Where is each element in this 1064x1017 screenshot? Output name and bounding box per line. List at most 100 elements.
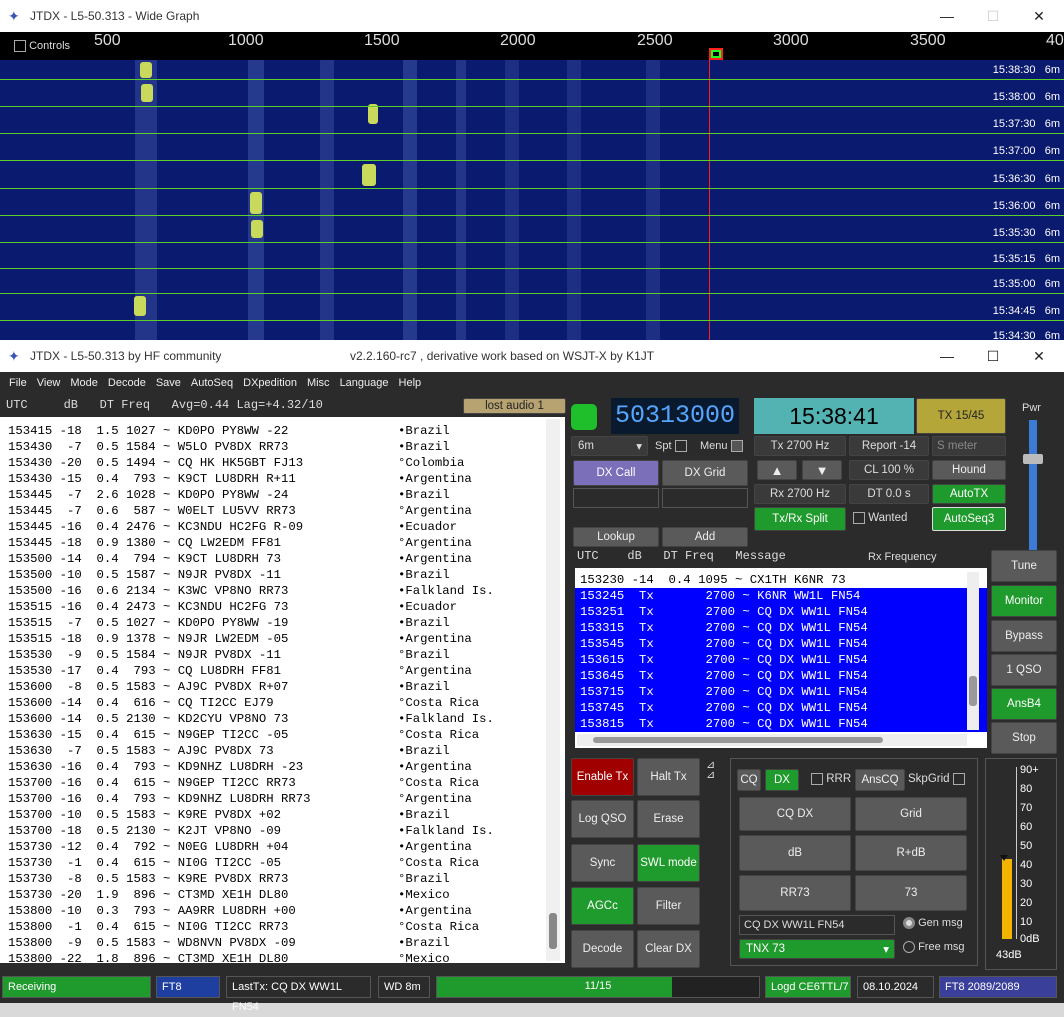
decode-row[interactable]: 153445 -18 0.9 1380 ~ CQ LW2EDM FF81 °Arg… xyxy=(0,535,565,551)
tab-arrows-icon[interactable]: ⊿ ⊿ xyxy=(706,760,715,781)
decode-row[interactable]: 153500 -16 0.6 2134 ~ K3WC VP8NO RR73 •Fa… xyxy=(0,583,565,599)
decode-row[interactable]: 153445 -16 0.4 2476 ~ KC3NDU HC2FG R-09 •… xyxy=(0,519,565,535)
monitor-button[interactable]: Monitor xyxy=(991,585,1057,617)
decode-row[interactable]: 153800 -9 0.5 1583 ~ WD8NVN PV8DX -09 •Br… xyxy=(0,935,565,951)
rx-scrollbar[interactable] xyxy=(967,572,979,730)
erase-button[interactable]: Erase xyxy=(637,800,700,838)
rr73-button[interactable]: RR73 xyxy=(739,875,851,911)
stop-button[interactable]: Stop xyxy=(991,722,1057,754)
decode-row[interactable]: 153700 -16 0.4 615 ~ N9GEP TI2CC RR73 °Co… xyxy=(0,775,565,791)
spt-checkbox[interactable] xyxy=(674,440,687,453)
gen-msg-radio[interactable]: Gen msg xyxy=(903,917,963,930)
r-db-button[interactable]: R+dB xyxy=(855,835,967,871)
log-qso-button[interactable]: Log QSO xyxy=(571,800,634,838)
tx-rx-split-button[interactable]: Tx/Rx Split xyxy=(754,507,846,531)
decode-row[interactable]: 153630 -16 0.4 793 ~ KD9NHZ LU8DRH -23 •A… xyxy=(0,759,565,775)
decode-row[interactable]: 153515 -16 0.4 2473 ~ KC3NDU HC2FG 73 •Ec… xyxy=(0,599,565,615)
dt-spinbox[interactable]: DT 0.0 s xyxy=(849,484,929,504)
report-spinbox[interactable]: Report -14 xyxy=(849,436,929,456)
decode-row[interactable]: 153500 -14 0.4 794 ~ K9CT LU8DRH 73 •Arge… xyxy=(0,551,565,567)
cl-spinbox[interactable]: CL 100 % xyxy=(849,460,929,480)
dx-grid-input[interactable] xyxy=(662,488,748,508)
decode-row[interactable]: 153700 -10 0.5 1583 ~ K9RE PV8DX +02 •Bra… xyxy=(0,807,565,823)
cq-dx-button[interactable]: CQ DX xyxy=(739,797,851,831)
scroll-thumb[interactable] xyxy=(549,913,557,949)
lookup-button[interactable]: Lookup xyxy=(573,527,659,547)
decode-row[interactable]: 153515 -18 0.9 1378 ~ N9JR LW2EDM -05 •Ar… xyxy=(0,631,565,647)
grid-button[interactable]: Grid xyxy=(855,797,967,831)
dx-button[interactable]: DX xyxy=(765,769,799,791)
clear-dx-button[interactable]: Clear DX xyxy=(637,930,700,968)
db-button[interactable]: dB xyxy=(739,835,851,871)
spt-toggle[interactable]: Spt xyxy=(655,440,687,453)
smeter-field[interactable]: S meter xyxy=(932,436,1006,456)
band-activity-list[interactable]: 153415 -18 1.5 1027 ~ KD0PO PY8WW -22 •Br… xyxy=(0,417,565,963)
decode-row[interactable]: 153515 -7 0.5 1027 ~ KD0PO PY8WW -19 •Bra… xyxy=(0,615,565,631)
controls-checkbox[interactable] xyxy=(14,40,26,53)
decode-row[interactable]: 153600 -8 0.5 1583 ~ AJ9C PV8DX R+07 •Bra… xyxy=(0,679,565,695)
menu-misc[interactable]: Misc xyxy=(302,377,335,389)
decode-row[interactable]: 153415 -18 1.5 1027 ~ KD0PO PY8WW -22 •Br… xyxy=(0,423,565,439)
menu-help[interactable]: Help xyxy=(394,377,427,389)
decode-row[interactable]: 153600 -14 0.4 616 ~ CQ TI2CC EJ79 °Costa… xyxy=(0,695,565,711)
power-slider-handle[interactable] xyxy=(1023,454,1043,464)
minimize-button[interactable]: — xyxy=(924,0,970,32)
controls-toggle[interactable]: Controls xyxy=(14,40,70,53)
decode-row[interactable]: 153630 -7 0.5 1583 ~ AJ9C PV8DX 73 •Brazi… xyxy=(0,743,565,759)
decode-row[interactable]: 153430 -15 0.4 793 ~ K9CT LU8DRH R+11 •Ar… xyxy=(0,471,565,487)
menu-mode[interactable]: Mode xyxy=(65,377,103,389)
wanted-toggle[interactable]: Wanted xyxy=(853,512,907,524)
menu-checkbox[interactable] xyxy=(730,440,743,453)
close-button[interactable]: ✕ xyxy=(1016,340,1062,372)
one-qso-button[interactable]: 1 QSO xyxy=(991,654,1057,686)
decode-row[interactable]: 153530 -9 0.5 1584 ~ N9JR PV8DX -11 °Braz… xyxy=(0,647,565,663)
free-msg-radio[interactable]: Free msg xyxy=(903,941,965,954)
anscq-button[interactable]: AnsCQ xyxy=(855,769,905,791)
maximize-button[interactable]: ☐ xyxy=(970,340,1016,372)
skpgrid-toggle[interactable]: SkpGrid xyxy=(908,773,965,785)
close-button[interactable]: ✕ xyxy=(1016,0,1062,32)
decode-row[interactable]: 153700 -16 0.4 793 ~ KD9NHZ LU8DRH RR73 °… xyxy=(0,791,565,807)
decode-row[interactable]: 153445 -7 2.6 1028 ~ KD0PO PY8WW -24 •Bra… xyxy=(0,487,565,503)
scroll-thumb[interactable] xyxy=(969,676,977,706)
bypass-button[interactable]: Bypass xyxy=(991,620,1057,652)
frequency-scale[interactable]: Controls 500 1000 1500 2000 2500 3000 35… xyxy=(0,32,1064,60)
decode-row[interactable]: 153800 -10 0.3 793 ~ AA9RR LU8DRH +00 •Ar… xyxy=(0,903,565,919)
skpgrid-checkbox[interactable] xyxy=(952,773,965,785)
decode-row[interactable]: 153445 -7 0.6 587 ~ W0ELT LU5VV RR73 °Arg… xyxy=(0,503,565,519)
menu-toggle[interactable]: Menu xyxy=(700,440,743,453)
minimize-button[interactable]: — xyxy=(924,340,970,372)
rx-frequency-spinbox[interactable]: Rx 2700 Hz xyxy=(754,484,846,504)
gen-msg-input[interactable]: CQ DX WW1L FN54 xyxy=(739,915,895,935)
decode-row[interactable]: 153730 -8 0.5 1583 ~ K9RE PV8DX RR73 °Bra… xyxy=(0,871,565,887)
ansb4-button[interactable]: AnsB4 xyxy=(991,688,1057,720)
decode-row[interactable]: 153800 -1 0.4 615 ~ NI0G TI2CC RR73 °Cost… xyxy=(0,919,565,935)
tx-period-button[interactable]: TX 15/45 xyxy=(916,398,1006,434)
free-msg-select[interactable]: TNX 73 ▾ xyxy=(739,939,895,959)
menu-language[interactable]: Language xyxy=(335,377,394,389)
autotx-button[interactable]: AutoTX xyxy=(932,484,1006,504)
decode-row[interactable]: 153530 -17 0.4 793 ~ CQ LU8DRH FF81 °Arge… xyxy=(0,663,565,679)
decode-row[interactable]: 153730 -12 0.4 792 ~ N0EG LU8DRH +04 •Arg… xyxy=(0,839,565,855)
73-button[interactable]: 73 xyxy=(855,875,967,911)
scroll-thumb[interactable] xyxy=(593,737,883,743)
tx-frequency-spinbox[interactable]: Tx 2700 Hz xyxy=(754,436,846,456)
menu-save[interactable]: Save xyxy=(151,377,186,389)
decode-row[interactable]: 153700 -18 0.5 2130 ~ K2JT VP8NO -09 •Fal… xyxy=(0,823,565,839)
rrr-checkbox[interactable] xyxy=(811,773,823,785)
band-select[interactable]: 6m ▾ xyxy=(571,436,648,456)
dx-call-input[interactable] xyxy=(573,488,659,508)
menu-decode[interactable]: Decode xyxy=(103,377,151,389)
rrr-toggle[interactable]: RRR xyxy=(811,773,851,785)
menu-dxpedition[interactable]: DXpedition xyxy=(238,377,302,389)
decode-button[interactable]: Decode xyxy=(571,930,634,968)
rx-frequency-list[interactable]: 153230 -14 0.4 1095 ~ CX1TH K6NR 73 1532… xyxy=(575,568,987,748)
menu-autoseq[interactable]: AutoSeq xyxy=(186,377,238,389)
hound-button[interactable]: Hound xyxy=(932,460,1006,480)
rx-hscrollbar[interactable] xyxy=(577,734,967,746)
cq-button[interactable]: CQ xyxy=(737,769,761,791)
autoseq3-button[interactable]: AutoSeq3 xyxy=(932,507,1006,531)
tx-up-button[interactable]: ▲ xyxy=(757,460,797,480)
wanted-checkbox[interactable] xyxy=(853,512,865,524)
decode-scrollbar[interactable] xyxy=(546,419,560,961)
